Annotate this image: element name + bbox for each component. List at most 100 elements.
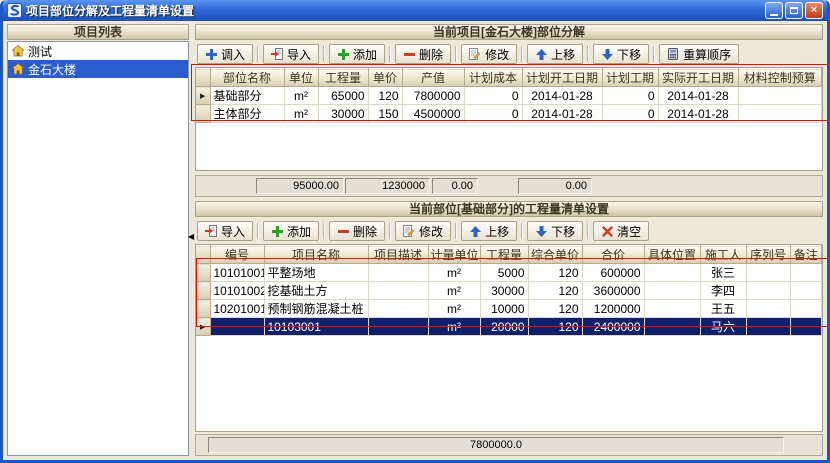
column-header[interactable]: 单位 [284,69,318,87]
table-cell[interactable]: 0 [464,87,522,105]
table-cell[interactable] [644,282,700,300]
table-cell[interactable] [790,282,822,300]
table-row[interactable]: ▶10103001m²200001202400000马六 [196,318,822,336]
table-cell[interactable] [746,318,790,336]
import-button[interactable]: 导入 [197,221,253,241]
table-cell[interactable]: 2400000 [582,318,644,336]
table-cell[interactable]: 2014-01-28 [522,105,602,123]
table-cell[interactable]: 基础部分 [210,87,284,105]
column-header[interactable]: 编号 [210,246,264,264]
table-cell[interactable]: 马六 [700,318,746,336]
column-header[interactable]: 计量单位 [428,246,480,264]
table-cell[interactable]: 1200000 [582,300,644,318]
table-cell[interactable]: 主体部分 [210,105,284,123]
column-header[interactable]: 施工人 [700,246,746,264]
column-header[interactable]: 具体位置 [644,246,700,264]
column-header[interactable]: 合价 [582,246,644,264]
table-cell[interactable]: 平整场地 [264,264,368,282]
table-cell[interactable] [738,105,822,123]
table-cell[interactable]: 3600000 [582,282,644,300]
column-header[interactable]: 工程量 [318,69,368,87]
table-cell[interactable] [210,318,264,336]
column-header[interactable]: 项目描述 [368,246,428,264]
table-cell[interactable]: 2014-01-28 [522,87,602,105]
table-row[interactable]: ▶基础部分m²65000120780000002014-01-2802014-0… [196,87,822,105]
column-header[interactable]: 计划成本 [464,69,522,87]
column-header[interactable]: 单价 [368,69,402,87]
table-cell[interactable] [746,282,790,300]
table-row[interactable]: 主体部分m²30000150450000002014-01-2802014-01… [196,105,822,123]
minimize-button[interactable] [765,2,783,19]
table-cell[interactable]: 4500000 [402,105,464,123]
table-cell[interactable] [738,87,822,105]
move-up-button[interactable]: 上移 [461,221,517,241]
table-cell[interactable]: m² [428,300,480,318]
maximize-button[interactable] [785,2,803,19]
project-item-test[interactable]: 测试 [8,42,188,60]
table-cell[interactable]: 李四 [700,282,746,300]
table-cell[interactable]: 30000 [318,105,368,123]
table-cell[interactable]: 10101002 [210,282,264,300]
table-cell[interactable]: 600000 [582,264,644,282]
table-cell[interactable]: 10101001 [210,264,264,282]
table-cell[interactable] [790,300,822,318]
column-header[interactable]: 序列号 [746,246,790,264]
delete-button[interactable]: 删除 [329,221,385,241]
table-cell[interactable]: 120 [528,264,582,282]
delete-button[interactable]: 删除 [395,44,451,64]
import-button[interactable]: 导入 [263,44,319,64]
table-cell[interactable]: 2014-01-28 [658,87,738,105]
titlebar[interactable]: 项目部位分解及工程量清单设置 × [3,0,827,21]
column-header[interactable]: 备注 [790,246,822,264]
table-cell[interactable]: 120 [528,282,582,300]
table-cell[interactable]: m² [428,282,480,300]
table-cell[interactable]: m² [428,264,480,282]
table-cell[interactable]: 10103001 [264,318,368,336]
add-button[interactable]: 添加 [263,221,319,241]
table-cell[interactable]: 5000 [480,264,528,282]
table-cell[interactable] [368,264,428,282]
close-button[interactable]: × [805,2,823,19]
table-cell[interactable] [644,318,700,336]
table-cell[interactable]: 王五 [700,300,746,318]
column-header[interactable]: 工程量 [480,246,528,264]
table-cell[interactable] [746,300,790,318]
table-cell[interactable]: 150 [368,105,402,123]
move-down-button[interactable]: 下移 [593,44,649,64]
move-up-button[interactable]: 上移 [527,44,583,64]
table-cell[interactable]: 0 [602,105,658,123]
table-cell[interactable]: 10000 [480,300,528,318]
table-cell[interactable]: 65000 [318,87,368,105]
table-cell[interactable]: 120 [368,87,402,105]
table-cell[interactable]: 0 [602,87,658,105]
table-cell[interactable] [644,264,700,282]
table-row[interactable]: 10101001平整场地m²5000120600000张三 [196,264,822,282]
table-cell[interactable]: 30000 [480,282,528,300]
table-cell[interactable]: m² [284,87,318,105]
recalc-order-button[interactable]: 重算顺序 [659,44,739,64]
table-cell[interactable] [368,318,428,336]
column-header[interactable]: 材料控制预算 [738,69,822,87]
table-row[interactable]: 10101002挖基础土方 m²300001203600000 李四 [196,282,822,300]
splitter-collapse-arrow[interactable]: ◀ [188,233,194,241]
column-header[interactable]: 计划开工日期 [522,69,602,87]
move-down-button[interactable]: 下移 [527,221,583,241]
add-button[interactable]: 添加 [329,44,385,64]
table-cell[interactable]: 20000 [480,318,528,336]
table-cell[interactable] [790,264,822,282]
table-cell[interactable]: 挖基础土方 [264,282,368,300]
table-cell[interactable]: 10201001 [210,300,264,318]
table-cell[interactable]: 2014-01-28 [658,105,738,123]
table-cell[interactable] [644,300,700,318]
project-item-jinshi[interactable]: 金石大楼 [8,60,188,78]
table-cell[interactable]: 120 [528,318,582,336]
table-cell[interactable]: m² [428,318,480,336]
table-cell[interactable] [368,282,428,300]
table-cell[interactable]: 预制钢筋混凝土桩 [264,300,368,318]
column-header[interactable]: 部位名称 [210,69,284,87]
table-cell[interactable]: 0 [464,105,522,123]
clear-button[interactable]: 清空 [593,221,649,241]
table-cell[interactable]: m² [284,105,318,123]
column-header[interactable]: 计划工期 [602,69,658,87]
table-cell[interactable]: 120 [528,300,582,318]
